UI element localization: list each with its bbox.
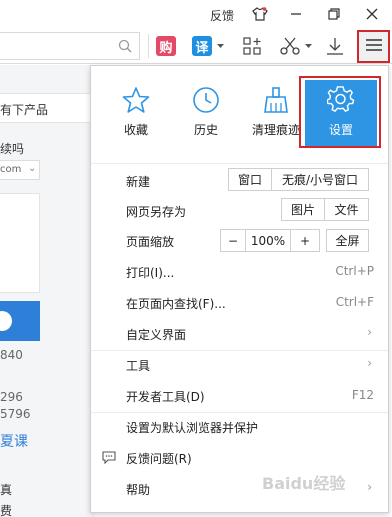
minimize-icon[interactable] <box>286 5 306 23</box>
restore-icon[interactable] <box>324 5 344 23</box>
download-icon[interactable] <box>324 34 346 58</box>
quick-action-history[interactable]: 历史 <box>169 80 243 150</box>
menu-item-devtools[interactable]: 开发者工具(D) F12 <box>91 383 388 409</box>
star-icon <box>99 84 173 116</box>
clock-icon <box>169 84 243 116</box>
shortcut-label: F12 <box>351 388 374 402</box>
menu-item-label: 反馈问题(R) <box>126 452 192 466</box>
menu-item-label: 在页面内查找(F)... <box>126 297 226 311</box>
menu-item-label: 帮助 <box>126 483 151 497</box>
scissors-icon[interactable] <box>279 34 301 58</box>
menu-item-save-as: 网页另存为 <box>126 205 187 219</box>
chevron-right-icon: › <box>367 325 372 339</box>
chevron-down-icon: ⌄ <box>28 163 37 174</box>
shortcut-label: Ctrl+F <box>335 295 374 309</box>
translate-dropdown-icon[interactable] <box>216 34 224 58</box>
quick-action-label: 收藏 <box>123 123 148 137</box>
translate-badge: 译 <box>192 36 212 56</box>
menu-item-label: 工具 <box>126 359 151 373</box>
zoom-level-display: 100% <box>245 229 291 252</box>
hamburger-icon <box>365 38 383 55</box>
toolbar-divider <box>148 34 149 58</box>
extensions-icon[interactable] <box>241 34 263 58</box>
menu-item-label: 设置为默认浏览器并保护 <box>126 421 259 435</box>
translate-button[interactable]: 译 <box>192 34 212 58</box>
buy-badge: 购 <box>156 36 176 56</box>
bg-text: 费 <box>0 504 13 517</box>
shopping-button[interactable]: 购 <box>156 34 176 58</box>
bg-select: com ⌄ <box>0 160 40 180</box>
close-icon[interactable] <box>362 5 382 23</box>
bg-link: 夏课 <box>0 434 28 450</box>
menu-item-feedback[interactable]: 反馈问题(R) <box>91 445 388 471</box>
fullscreen-button[interactable]: 全屏 <box>326 229 369 252</box>
bg-text: 续吗 <box>0 142 25 156</box>
zoom-in-button[interactable]: + <box>290 229 320 252</box>
bg-text: 有下产品 <box>0 103 49 117</box>
shirt-skin-icon[interactable] <box>250 5 270 23</box>
menu-item-default-browser[interactable]: 设置为默认浏览器并保护 <box>91 414 388 440</box>
bg-text: 296 <box>0 390 23 404</box>
menu-item-print[interactable]: 打印(I)... Ctrl+P <box>91 259 388 285</box>
menu-item-tools[interactable]: 工具 › <box>91 352 388 378</box>
menu-item-find[interactable]: 在页面内查找(F)... Ctrl+F <box>91 290 388 316</box>
play-icon <box>0 311 12 331</box>
new-window-button[interactable]: 窗口 <box>228 168 272 191</box>
menu-item-customize[interactable]: 自定义界面 › <box>91 321 388 347</box>
chevron-right-icon: › <box>367 480 372 494</box>
search-icon[interactable] <box>116 34 134 58</box>
toolbar: 购 译 <box>0 28 392 64</box>
bg-blue-banner <box>0 301 40 341</box>
bg-text: 840 <box>0 348 23 362</box>
settings-highlight-box <box>299 76 381 148</box>
bg-card <box>0 193 40 293</box>
quick-action-label: 历史 <box>193 123 218 137</box>
menu-item-label: 打印(I)... <box>126 266 175 280</box>
quick-action-favorites[interactable]: 收藏 <box>99 80 173 150</box>
menu-item-new: 新建 <box>126 175 151 189</box>
background-page: 有下产品 续吗 com ⌄ 840 296 5796 夏课 真 费 <box>0 65 95 517</box>
menu-item-label: 自定义界面 <box>126 328 187 342</box>
menu-item-zoom: 页面缩放 <box>126 235 175 249</box>
menu-separator <box>91 412 388 413</box>
main-menu-popup: 收藏 历史 清理痕迹 设置 新建 窗口 无痕/小号窗口 网页另存为 图片 文件 … <box>90 65 389 513</box>
save-as-file-button[interactable]: 文件 <box>324 198 369 221</box>
chevron-right-icon: › <box>367 356 372 370</box>
menu-item-label: 开发者工具(D) <box>126 390 205 404</box>
new-incognito-window-button[interactable]: 无痕/小号窗口 <box>271 168 369 191</box>
watermark: Baidu经验 <box>262 474 346 493</box>
bg-text: 真 <box>0 483 13 497</box>
scissors-dropdown-icon[interactable] <box>304 34 312 58</box>
shortcut-label: Ctrl+P <box>335 264 374 278</box>
menu-separator <box>91 350 388 351</box>
feedback-icon <box>102 451 116 467</box>
feedback-link[interactable]: 反馈 <box>210 7 234 24</box>
bg-text: 5796 <box>0 407 31 421</box>
zoom-out-button[interactable]: − <box>220 229 246 252</box>
save-as-image-button[interactable]: 图片 <box>281 198 325 221</box>
title-bar: 反馈 <box>0 0 392 28</box>
main-menu-button[interactable] <box>357 30 390 63</box>
menu-separator <box>91 163 388 164</box>
